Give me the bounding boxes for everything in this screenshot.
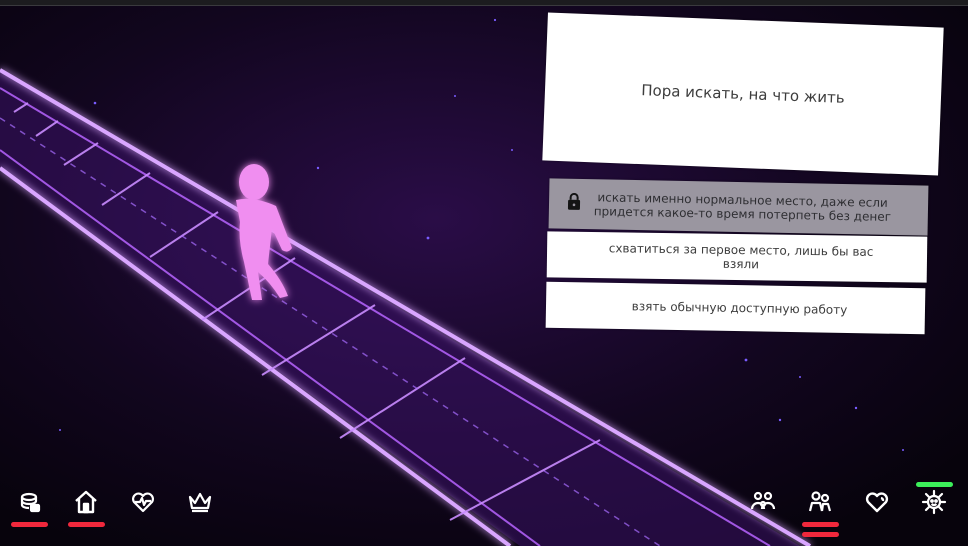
home-icon [73,489,99,519]
people-icon [807,489,833,519]
choice-first-place[interactable]: схватиться за первое место, лишь бы вас … [546,231,928,283]
social-status-indicator-secondary [802,532,839,537]
settings-button[interactable] [916,486,952,522]
choice-regular-job[interactable]: взять обычную доступную работу [545,281,926,335]
choice-label: искать именно нормальное место, даже есл… [593,190,892,224]
heart-icon [864,489,890,519]
settings-gear-icon [921,489,947,519]
editor-top-bar [0,0,968,6]
choice-label: взять обычную доступную работу [631,299,848,317]
heartbeat-icon [130,489,156,519]
status-button[interactable] [182,486,218,522]
event-prompt-card: Пора искать, на что жить [542,12,944,176]
social-status-indicator [802,522,839,527]
crown-icon [187,489,213,519]
social-button[interactable] [802,486,838,522]
money-button[interactable] [11,486,47,522]
health-button[interactable] [125,486,161,522]
housing-status-indicator [68,522,105,527]
family-button[interactable] [745,486,781,522]
choice-locked-normal-place[interactable]: искать именно нормальное место, даже есл… [548,178,929,236]
choice-label: схватиться за первое место, лишь бы вас … [608,241,874,272]
money-status-indicator [11,522,48,527]
relationship-button[interactable] [859,486,895,522]
housing-button[interactable] [68,486,104,522]
family-icon [750,489,776,519]
lock-icon [567,192,581,211]
money-stack-icon [16,489,42,519]
settings-status-indicator [916,482,953,487]
event-prompt-text: Пора искать, на что жить [640,81,845,107]
